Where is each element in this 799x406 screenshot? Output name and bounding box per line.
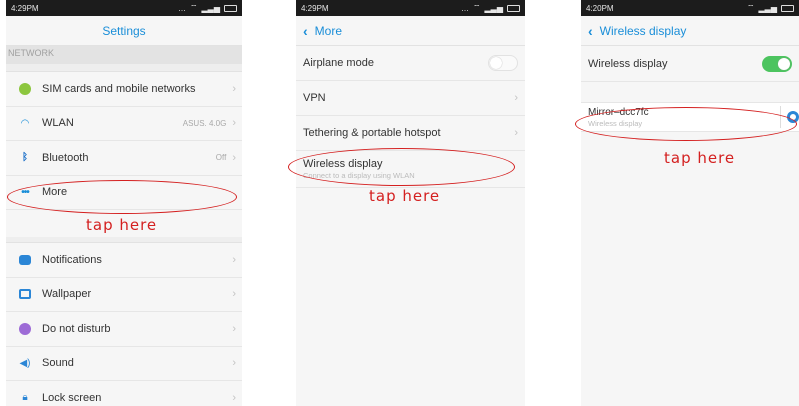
page-title-bar: Settings xyxy=(6,16,242,46)
wireless-display-screen: 4:20PM ⌔ ▂▃▅ ‹ Wireless display Wireless … xyxy=(581,0,799,406)
status-time: 4:20PM xyxy=(586,3,614,13)
status-bar: 4:29PM … ⌔ ▂▃▅ xyxy=(296,0,525,16)
signal-icon: ▂▃▅ xyxy=(758,3,777,13)
settings-item-label: Sound xyxy=(42,357,74,370)
chevron-right-icon: › xyxy=(514,92,518,104)
wifi-icon: ⌔ xyxy=(190,3,198,12)
back-chevron-icon[interactable]: ‹ xyxy=(588,23,593,39)
more-item-vpn[interactable]: VPN › xyxy=(296,81,525,116)
wireless-display-toggle-label: Wireless display xyxy=(588,57,668,70)
status-bar: 4:20PM ⌔ ▂▃▅ xyxy=(581,0,799,16)
settings-item-label: Notifications xyxy=(42,253,102,266)
settings-item-label: Lock screen xyxy=(42,391,102,404)
vpn-label: VPN xyxy=(303,92,326,104)
wireless-display-toggle[interactable] xyxy=(762,55,792,72)
highlight-ellipse-wireless-display xyxy=(288,148,515,186)
settings-item-label: Wallpaper xyxy=(42,288,92,301)
speaker-icon: ◀) xyxy=(19,357,31,369)
status-time: 4:29PM xyxy=(11,3,39,13)
more-dots-icon: … xyxy=(178,3,186,13)
chevron-right-icon: › xyxy=(232,151,236,164)
settings-item-wlan[interactable]: ◠ WLAN ASUS. 4.0G › xyxy=(6,107,242,141)
page-title-bar: ‹ Wireless display xyxy=(581,16,799,46)
more-item-tethering[interactable]: Tethering & portable hotspot › xyxy=(296,116,525,151)
highlight-ellipse-more xyxy=(7,180,237,214)
lock-icon: 🔒︎ xyxy=(22,392,28,404)
settings-item-bluetooth[interactable]: ᛒ Bluetooth Off › xyxy=(6,141,242,176)
tap-here-label: tap here xyxy=(664,149,736,167)
settings-item-label: WLAN xyxy=(42,117,74,130)
tethering-label: Tethering & portable hotspot xyxy=(303,127,441,139)
chevron-right-icon: › xyxy=(514,127,518,139)
battery-icon xyxy=(507,4,520,12)
battery-icon xyxy=(781,4,794,12)
highlight-ellipse-mirror xyxy=(575,107,797,141)
settings-item-sound[interactable]: ◀) Sound › xyxy=(6,347,242,381)
bluetooth-status-value: Off xyxy=(215,153,227,163)
chevron-right-icon: › xyxy=(232,117,236,130)
back-chevron-icon[interactable]: ‹ xyxy=(303,23,308,39)
wireless-display-toggle-row: Wireless display xyxy=(581,46,799,82)
settings-item-sim[interactable]: SIM cards and mobile networks › xyxy=(6,72,242,107)
wlan-network-value: ASUS. 4.0G xyxy=(182,118,227,128)
tap-here-label: tap here xyxy=(369,187,441,205)
wifi-icon: ⌔ xyxy=(747,3,755,12)
settings-item-lock-screen[interactable]: 🔒︎ Lock screen › xyxy=(6,381,242,406)
bluetooth-icon: ᛒ xyxy=(22,152,28,164)
moon-icon xyxy=(17,321,33,337)
wifi-icon: ◠ xyxy=(20,117,30,129)
settings-item-label: Bluetooth xyxy=(42,151,89,164)
settings-item-label: SIM cards and mobile networks xyxy=(42,82,196,95)
signal-icon: ▂▃▅ xyxy=(484,3,503,13)
more-dots-icon: … xyxy=(461,3,469,13)
status-time: 4:29PM xyxy=(301,3,329,13)
chevron-right-icon: › xyxy=(232,288,236,301)
notifications-icon xyxy=(17,252,33,268)
tap-here-label: tap here xyxy=(86,216,158,234)
chevron-right-icon: › xyxy=(232,82,236,95)
page-title: Settings xyxy=(102,23,146,38)
status-bar: 4:29PM … ⌔ ▂▃▅ xyxy=(6,0,242,16)
chevron-right-icon: › xyxy=(232,357,236,370)
page-title: Wireless display xyxy=(599,23,687,38)
page-title: More xyxy=(314,23,343,38)
settings-item-do-not-disturb[interactable]: Do not disturb › xyxy=(6,312,242,347)
wifi-icon: ⌔ xyxy=(473,3,481,12)
chevron-right-icon: › xyxy=(232,322,236,335)
battery-icon xyxy=(224,4,237,12)
settings-item-wallpaper[interactable]: Wallpaper › xyxy=(6,278,242,312)
chevron-right-icon: › xyxy=(232,391,236,404)
settings-item-label: Do not disturb xyxy=(42,322,111,335)
page-title-bar: ‹ More xyxy=(296,16,525,46)
chevron-right-icon: › xyxy=(232,253,236,266)
signal-icon: ▂▃▅ xyxy=(201,3,220,13)
settings-item-notifications[interactable]: Notifications › xyxy=(6,243,242,278)
wallpaper-icon xyxy=(17,286,33,302)
airplane-mode-toggle[interactable] xyxy=(488,55,518,71)
more-item-airplane-mode: Airplane mode xyxy=(296,46,525,81)
airplane-mode-label: Airplane mode xyxy=(303,57,374,69)
sim-icon xyxy=(17,81,33,97)
section-header-network: NETWORK xyxy=(6,46,242,64)
